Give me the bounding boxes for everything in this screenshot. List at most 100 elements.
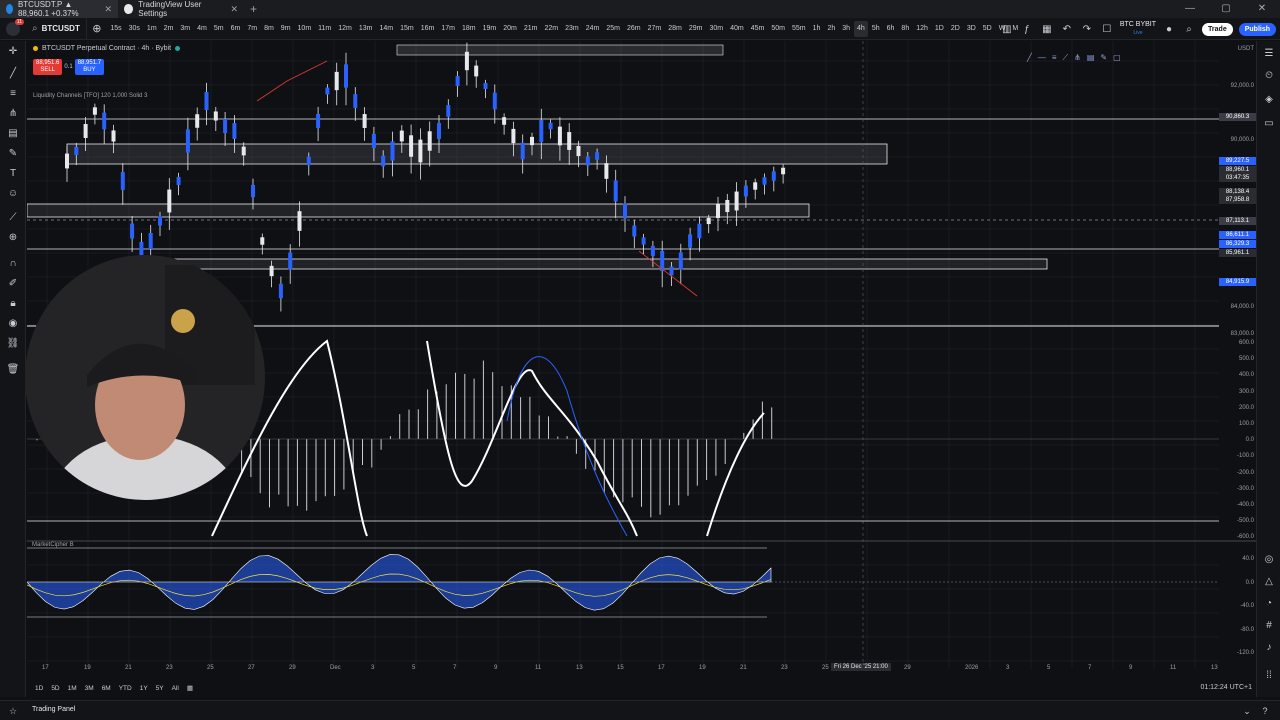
pie-icon[interactable]: ◔ (1262, 597, 1276, 611)
interval-16m[interactable]: 16m (417, 18, 438, 40)
indicator-legend[interactable]: Liquidity Channels [TFO] 120 1,000 Solid… (33, 93, 147, 99)
range-1d[interactable]: 1D (35, 685, 43, 692)
interval-8m[interactable]: 8m (261, 18, 278, 40)
interval-17m[interactable]: 17m (438, 18, 459, 40)
interval-5h[interactable]: 5h (868, 18, 883, 40)
star-icon[interactable]: ☆ (6, 704, 20, 718)
brush-icon[interactable]: ✎ (6, 147, 20, 161)
trash-icon[interactable]: 🗑︎ (6, 363, 20, 377)
interval-23m[interactable]: 23m (562, 18, 583, 40)
interval-27m[interactable]: 27m (644, 18, 665, 40)
time-axis[interactable]: 17 19 21 23 25 27 29 Dec 3 5 7 9 11 13 15 17 19 21 23 25 29 2… (27, 662, 1256, 678)
range-5y[interactable]: 5Y (156, 685, 164, 692)
fib-icon[interactable]: ▤ (6, 127, 20, 141)
interval-3h[interactable]: 3h (839, 18, 854, 40)
fork-tool-icon[interactable]: ⋔ (1074, 53, 1081, 63)
interval-10m[interactable]: 10m (294, 18, 315, 40)
alerts-icon[interactable]: ⏲ (1262, 69, 1276, 83)
interval-40m[interactable]: 40m (727, 18, 748, 40)
publish-button[interactable]: Publish (1238, 22, 1276, 36)
indicators-icon[interactable]: ƒ (1020, 24, 1034, 35)
link-icon[interactable]: ⛓︎ (6, 337, 20, 351)
interval-55m[interactable]: 55m (789, 18, 810, 40)
interval-24m[interactable]: 24m (582, 18, 603, 40)
broker-selector[interactable]: BTC BYBIT Live (1120, 21, 1156, 37)
interval-50m[interactable]: 50m (768, 18, 789, 40)
ruler-icon[interactable]: ⟋ (6, 211, 20, 225)
text-icon[interactable]: T (6, 167, 20, 181)
range-1m[interactable]: 1M (68, 685, 77, 692)
redo-icon[interactable]: ↷ (1080, 24, 1094, 35)
close-icon[interactable]: ✕ (104, 4, 112, 15)
range-6m[interactable]: 6M (102, 685, 111, 692)
user-avatar[interactable]: 11 (0, 18, 26, 40)
interval-12m[interactable]: 12m (335, 18, 356, 40)
zoom-icon[interactable]: ⊕ (6, 231, 20, 245)
interval-21m[interactable]: 21m (520, 18, 541, 40)
target-icon[interactable]: ◎ (1262, 553, 1276, 567)
interval-25m[interactable]: 25m (603, 18, 624, 40)
interval-19m[interactable]: 19m (479, 18, 500, 40)
new-tab-icon[interactable]: + (244, 2, 263, 16)
interval-4h[interactable]: 4h (853, 20, 869, 37)
path-tool-icon[interactable]: ⟋ (1063, 53, 1069, 63)
lock-draw-icon[interactable]: ✐ (6, 277, 20, 291)
browser-tab-chart[interactable]: BTCUSDT.P ▲ 88,960.1 +0.37% ✕ (0, 0, 118, 18)
price-scale[interactable]: USDT 92,000.0 90,000.0 84,000.0 83,000.0 90,8… (1219, 41, 1256, 679)
trade-button[interactable]: Trade (1202, 22, 1233, 36)
rect-tool-icon[interactable]: ▢ (1113, 53, 1121, 63)
undo-icon[interactable]: ↶ (1060, 24, 1074, 35)
fib-tool-icon[interactable]: ▤ (1087, 53, 1095, 63)
interval-30m[interactable]: 30m (706, 18, 727, 40)
compare-add-icon[interactable]: ⊕ (87, 22, 107, 35)
lock-icon[interactable]: 🔒︎ (6, 297, 20, 311)
magnet-icon[interactable]: ∩ (6, 257, 20, 271)
minimize-icon[interactable]: — (1172, 0, 1208, 18)
interval-20m[interactable]: 20m (500, 18, 521, 40)
range-all[interactable]: All (172, 685, 179, 692)
interval-1h[interactable]: 1h (809, 18, 824, 40)
currency-label[interactable]: USDT (1238, 46, 1254, 52)
interval-8h[interactable]: 8h (898, 18, 913, 40)
candles-icon[interactable]: ▥ (1000, 24, 1014, 35)
maximize-icon[interactable]: ▢ (1208, 0, 1244, 18)
interval-6h[interactable]: 6h (883, 18, 898, 40)
apps-icon[interactable]: ⁞⁞ (1262, 669, 1276, 683)
interval-14m[interactable]: 14m (376, 18, 397, 40)
buy-button[interactable]: 88,951.7 BUY (74, 59, 105, 75)
interval-15s[interactable]: 15s (107, 18, 125, 40)
interval-2D[interactable]: 2D (947, 18, 963, 40)
interval-12h[interactable]: 12h (913, 18, 932, 40)
interval-13m[interactable]: 13m (355, 18, 376, 40)
triangle-icon[interactable]: △ (1262, 575, 1276, 589)
interval-30s[interactable]: 30s (125, 18, 143, 40)
interval-11m[interactable]: 11m (315, 18, 335, 40)
layers-icon[interactable]: ◈ (1262, 93, 1276, 107)
interval-9m[interactable]: 9m (277, 18, 294, 40)
interval-1m[interactable]: 1m (143, 18, 160, 40)
interval-45m[interactable]: 45m (747, 18, 768, 40)
watchlist-icon[interactable]: ☰ (1262, 47, 1276, 61)
market-cipher-legend[interactable]: MarketCipher B (32, 542, 74, 548)
interval-28m[interactable]: 28m (665, 18, 686, 40)
interval-6m[interactable]: 6m (227, 18, 244, 40)
close-window-icon[interactable]: ✕ (1244, 0, 1280, 18)
utc-clock[interactable]: 01:12:24 UTC+1 (1200, 684, 1252, 691)
crosshair-icon[interactable]: ✛ (6, 45, 20, 59)
interval-5D[interactable]: 5D (979, 18, 995, 40)
interval-2h[interactable]: 2h (824, 18, 839, 40)
interval-3m[interactable]: 3m (177, 18, 194, 40)
search-icon[interactable]: ⌕ (1182, 24, 1196, 35)
horizontal-lines-icon[interactable]: ≡ (6, 87, 20, 101)
trading-panel-tab[interactable]: Trading Panel (32, 706, 75, 713)
interval-18m[interactable]: 18m (459, 18, 480, 40)
eye-icon[interactable]: ◉ (6, 317, 20, 331)
interval-2m[interactable]: 2m (160, 18, 177, 40)
interval-1D[interactable]: 1D (931, 18, 947, 40)
checkbox-icon[interactable]: ☐ (1100, 24, 1114, 35)
lines-tool-icon[interactable]: ≡ (1052, 53, 1057, 63)
layout-icon[interactable]: ▦ (1040, 24, 1054, 35)
range-3m[interactable]: 3M (85, 685, 94, 692)
browser-tab-settings[interactable]: TradingView User Settings ✕ (118, 0, 244, 18)
collapse-icon[interactable]: ⌄ (1240, 704, 1254, 718)
